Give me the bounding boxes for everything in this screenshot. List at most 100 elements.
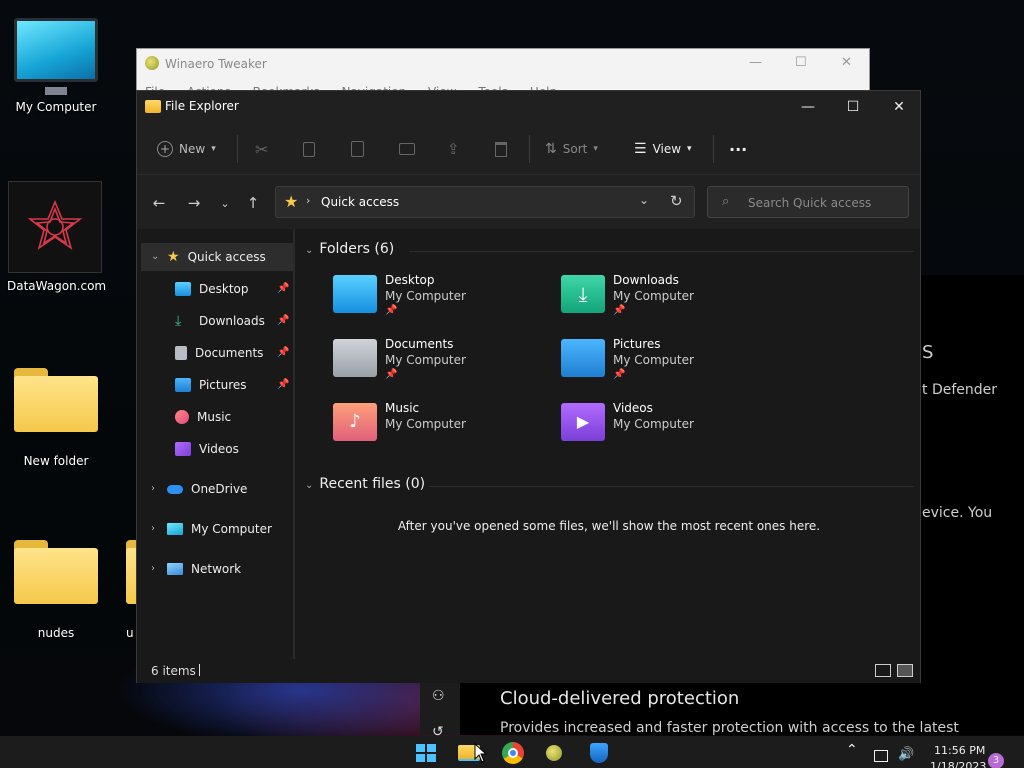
rename-button[interactable] bbox=[399, 137, 415, 161]
folder-tile-pictures[interactable]: Pictures My Computer 📌 bbox=[561, 337, 781, 393]
clock-date[interactable]: 1/18/2023 bbox=[930, 760, 986, 768]
nav-item-label: Music bbox=[197, 410, 232, 424]
cloud-protection-description: Provides increased and faster protection… bbox=[500, 720, 959, 736]
folder-tile-desktop[interactable]: Desktop My Computer 📌 bbox=[333, 273, 553, 329]
nav-item-desktop[interactable]: Desktop bbox=[175, 275, 293, 303]
download-icon: ⤓ bbox=[175, 313, 182, 329]
folder-tile-videos[interactable]: ▶ Videos My Computer bbox=[561, 401, 781, 457]
minimize-button[interactable]: — bbox=[785, 91, 831, 123]
volume-icon[interactable]: 🔊 bbox=[898, 747, 914, 762]
address-bar[interactable]: ★ › Quick access ⌄ ↻ bbox=[275, 186, 695, 218]
recent-locations-button[interactable]: ⌄ bbox=[213, 191, 237, 215]
nav-item-label: OneDrive bbox=[191, 482, 248, 496]
nav-item-my-computer[interactable]: › My Computer bbox=[141, 515, 293, 543]
chevron-down-icon: ▾ bbox=[593, 144, 598, 154]
share-icon: ⇪ bbox=[447, 140, 460, 158]
nav-item-quick-access[interactable]: ⌄ ★ Quick access bbox=[141, 243, 293, 271]
breadcrumb-location[interactable]: Quick access bbox=[321, 195, 399, 209]
title-bar[interactable]: File Explorer — ☐ ✕ bbox=[137, 91, 920, 123]
network-status-icon[interactable] bbox=[874, 750, 888, 762]
nav-item-videos[interactable]: Videos bbox=[175, 435, 293, 463]
up-button[interactable]: ↑ bbox=[241, 191, 265, 215]
new-button[interactable]: + New ▾ bbox=[157, 137, 216, 161]
desktop-icon-new-folder[interactable]: New folder bbox=[8, 368, 104, 468]
folders-section-header[interactable]: ⌄ Folders (6) bbox=[305, 241, 394, 257]
documents-folder-icon bbox=[333, 339, 377, 377]
minimize-button[interactable]: — bbox=[749, 55, 762, 70]
status-divider bbox=[199, 664, 200, 676]
search-icon: ⌕ bbox=[722, 194, 730, 209]
pin-icon: 📌 bbox=[277, 315, 290, 326]
rename-icon bbox=[399, 143, 415, 155]
trash-icon bbox=[495, 141, 507, 157]
security-device-fragment: evice. You bbox=[922, 505, 993, 521]
nav-item-downloads[interactable]: ⤓ Downloads bbox=[175, 307, 293, 335]
share-button[interactable]: ⇪ bbox=[447, 137, 460, 161]
cut-button[interactable]: ✂ bbox=[255, 137, 268, 161]
details-view-icon[interactable] bbox=[875, 664, 891, 677]
desktop-icon bbox=[175, 282, 191, 296]
chevron-down-icon: ▾ bbox=[687, 144, 692, 154]
notification-badge[interactable]: 3 bbox=[988, 753, 1004, 768]
more-icon: ··· bbox=[729, 139, 748, 159]
folder-tile-music[interactable]: ♪ Music My Computer bbox=[333, 401, 553, 457]
desktop-icon-nudes[interactable]: nudes bbox=[8, 540, 104, 640]
nav-item-label: Downloads bbox=[199, 314, 265, 328]
desktop-icon-datawagon[interactable]: DataWagon.com bbox=[7, 181, 106, 293]
folder-location: My Computer bbox=[385, 289, 466, 303]
section-title: Folders (6) bbox=[319, 241, 395, 257]
maximize-button[interactable]: ☐ bbox=[795, 55, 807, 70]
nav-item-label: Documents bbox=[195, 346, 264, 360]
cloud-protection-title: Cloud-delivered protection bbox=[500, 688, 740, 709]
taskbar: ⌃ 🔊 11:56 PM 1/18/2023 3 bbox=[0, 736, 1024, 768]
chevron-down-icon: ⌄ bbox=[151, 251, 160, 262]
back-button[interactable]: ← bbox=[147, 191, 171, 215]
file-explorer-window: File Explorer — ☐ ✕ + New ▾ ✂ ⇪ ⇅ Sort ▾… bbox=[136, 90, 921, 683]
device-security-icon[interactable]: ⚇ bbox=[432, 688, 445, 704]
folder-tile-documents[interactable]: Documents My Computer 📌 bbox=[333, 337, 553, 393]
nav-item-network[interactable]: › Network bbox=[141, 555, 293, 583]
chevron-right-icon: › bbox=[151, 483, 155, 494]
windows-security-shield-icon[interactable] bbox=[590, 743, 608, 763]
nav-item-music[interactable]: Music bbox=[175, 403, 293, 431]
close-button[interactable]: ✕ bbox=[841, 55, 852, 70]
see-more-button[interactable]: ··· bbox=[729, 137, 747, 161]
nav-item-documents[interactable]: Documents bbox=[175, 339, 293, 367]
pin-icon: 📌 bbox=[613, 305, 626, 316]
close-button[interactable]: ✕ bbox=[876, 91, 922, 123]
status-bar: 6 items bbox=[137, 659, 920, 683]
copy-icon bbox=[303, 141, 315, 157]
folder-name: Documents bbox=[385, 337, 454, 351]
delete-button[interactable] bbox=[495, 137, 507, 161]
search-box[interactable]: ⌕ Search Quick access bbox=[707, 186, 909, 218]
nav-item-pictures[interactable]: Pictures bbox=[175, 371, 293, 399]
desktop-icon-my-computer[interactable]: My Computer bbox=[8, 18, 104, 114]
large-icons-view-icon[interactable] bbox=[897, 664, 913, 677]
nav-item-label: Videos bbox=[199, 442, 239, 456]
winaero-tweaker-taskbar-icon[interactable] bbox=[546, 745, 562, 761]
window-title: Winaero Tweaker bbox=[165, 57, 267, 71]
nav-item-label: Pictures bbox=[199, 378, 247, 392]
chevron-down-icon: ▾ bbox=[211, 144, 216, 154]
view-button[interactable]: ☰ View ▾ bbox=[634, 137, 692, 161]
copy-button[interactable] bbox=[303, 137, 315, 161]
folder-location: My Computer bbox=[613, 289, 694, 303]
recent-section-header[interactable]: ⌄ Recent files (0) bbox=[305, 476, 425, 492]
address-dropdown-icon[interactable]: ⌄ bbox=[639, 193, 649, 207]
command-bar: + New ▾ ✂ ⇪ ⇅ Sort ▾ ☰ View ▾ ··· bbox=[137, 123, 920, 175]
maximize-button[interactable]: ☐ bbox=[830, 91, 876, 123]
forward-button[interactable]: → bbox=[182, 191, 206, 215]
nav-item-onedrive[interactable]: › OneDrive bbox=[141, 475, 293, 503]
paste-button[interactable] bbox=[351, 137, 364, 161]
desktop-icon-label: My Computer bbox=[15, 100, 97, 114]
content-pane: ⌄ Folders (6) Desktop My Computer 📌 ⤓ Dow… bbox=[299, 229, 919, 659]
show-hidden-icons-chevron-icon[interactable]: ⌃ bbox=[846, 742, 858, 758]
clock-time[interactable]: 11:56 PM bbox=[934, 744, 985, 757]
refresh-icon[interactable]: ↻ bbox=[670, 192, 683, 210]
sort-button[interactable]: ⇅ Sort ▾ bbox=[545, 137, 598, 161]
chrome-icon[interactable] bbox=[502, 742, 524, 764]
folder-tile-downloads[interactable]: ⤓ Downloads My Computer 📌 bbox=[561, 273, 781, 329]
start-windows-icon[interactable] bbox=[414, 742, 436, 764]
downloads-folder-icon: ⤓ bbox=[561, 275, 605, 313]
nav-item-label: Network bbox=[191, 562, 242, 576]
